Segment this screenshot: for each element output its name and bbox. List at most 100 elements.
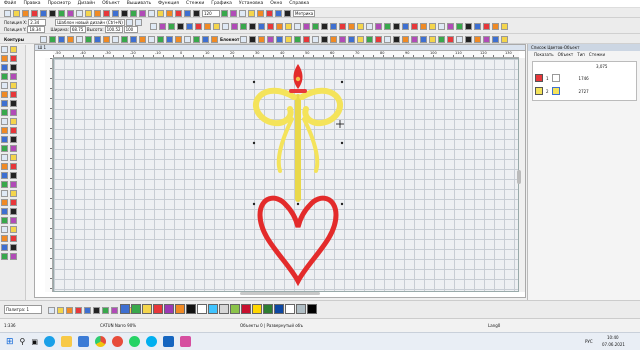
left-tool-icon[interactable] bbox=[1, 118, 8, 125]
toolbar-button-icon[interactable] bbox=[102, 306, 109, 314]
toolbar-button-icon[interactable] bbox=[285, 22, 292, 30]
left-tool-icon[interactable] bbox=[10, 64, 17, 71]
left-tool-icon[interactable] bbox=[10, 55, 17, 62]
edge-icon[interactable] bbox=[44, 336, 56, 347]
toolbar-button-icon[interactable] bbox=[76, 9, 83, 17]
toolbar-button-icon[interactable] bbox=[366, 35, 374, 43]
toolbar-button-icon[interactable] bbox=[384, 35, 392, 43]
toolbar-button-icon[interactable] bbox=[93, 306, 100, 314]
toolbar-button-icon[interactable] bbox=[193, 35, 200, 43]
toolbar-button-icon[interactable] bbox=[438, 35, 446, 43]
toolbar-button-icon[interactable] bbox=[474, 35, 482, 43]
toolbar-button-icon[interactable] bbox=[139, 35, 146, 43]
pos-x-field[interactable]: 2.34 bbox=[28, 19, 47, 26]
left-tool-icon[interactable] bbox=[10, 199, 17, 206]
toolbar-button-icon[interactable] bbox=[303, 22, 310, 30]
toolbar-button-icon[interactable] bbox=[366, 22, 373, 30]
menu-item[interactable]: Файл bbox=[4, 1, 16, 6]
vertical-scrollbar-thumb[interactable] bbox=[517, 170, 521, 184]
toolbar-button-icon[interactable] bbox=[166, 35, 173, 43]
tray-lang[interactable]: РУС bbox=[585, 339, 593, 344]
left-tool-icon[interactable] bbox=[1, 208, 8, 215]
toolbar-button-icon[interactable] bbox=[111, 306, 118, 314]
toolbar-button-icon[interactable] bbox=[240, 22, 247, 30]
thread-color-swatch[interactable] bbox=[219, 304, 229, 314]
left-tool-icon[interactable] bbox=[10, 172, 17, 179]
thread-color-swatch[interactable] bbox=[285, 304, 295, 314]
toolbar-button-icon[interactable] bbox=[103, 9, 110, 17]
toolbar-button-icon[interactable] bbox=[447, 22, 454, 30]
left-tool-icon[interactable] bbox=[1, 127, 8, 134]
left-tool-icon[interactable] bbox=[1, 73, 8, 80]
toolbar-button-icon[interactable] bbox=[148, 9, 155, 17]
toolbar-button-icon[interactable] bbox=[267, 22, 274, 30]
toolbar-button-icon[interactable] bbox=[393, 22, 400, 30]
toolbar-button-icon[interactable] bbox=[130, 35, 137, 43]
toolbar-button-icon[interactable] bbox=[40, 9, 47, 17]
skype-icon[interactable] bbox=[146, 336, 158, 347]
menu-item[interactable]: Просмотр bbox=[48, 1, 71, 6]
toolbar-button-icon[interactable] bbox=[139, 9, 146, 17]
color-swatch[interactable] bbox=[535, 87, 543, 95]
toolbar-button-icon[interactable] bbox=[85, 35, 92, 43]
menu-item[interactable]: Графика bbox=[211, 1, 232, 6]
left-tool-icon[interactable] bbox=[1, 64, 8, 71]
toolbar-button-icon[interactable] bbox=[411, 22, 418, 30]
left-tool-icon[interactable] bbox=[10, 109, 17, 116]
chrome-icon[interactable] bbox=[95, 336, 107, 347]
left-tool-icon[interactable] bbox=[10, 46, 17, 53]
menu-item[interactable]: Правка bbox=[23, 1, 40, 6]
toolbar-button-icon[interactable] bbox=[483, 22, 490, 30]
left-tool-icon[interactable] bbox=[1, 199, 8, 206]
design-name-field[interactable]: Шаблон новый дизайн (Ctrl+N) bbox=[55, 19, 126, 26]
toolbar-button-icon[interactable] bbox=[166, 9, 173, 17]
toolbar-button-icon[interactable] bbox=[222, 22, 229, 30]
thread-color-swatch[interactable] bbox=[208, 304, 218, 314]
toolbar-button-icon[interactable] bbox=[465, 22, 472, 30]
toolbar-button-icon[interactable] bbox=[221, 9, 228, 17]
toolbar-button-icon[interactable] bbox=[465, 35, 473, 43]
toolbar-button-icon[interactable] bbox=[294, 22, 301, 30]
left-tool-icon[interactable] bbox=[1, 91, 8, 98]
toolbar-button-icon[interactable] bbox=[230, 9, 237, 17]
thread-color-swatch[interactable] bbox=[263, 304, 273, 314]
task-view-icon[interactable]: ▣ bbox=[31, 338, 38, 346]
toolbar-button-icon[interactable] bbox=[67, 9, 74, 17]
toolbar-button-icon[interactable] bbox=[148, 35, 155, 43]
palette-select[interactable]: Палитра: 1 bbox=[4, 305, 42, 314]
toolbar-button-icon[interactable] bbox=[76, 35, 83, 43]
left-tool-icon[interactable] bbox=[1, 217, 8, 224]
left-tool-icon[interactable] bbox=[1, 55, 8, 62]
thread-color-swatch[interactable] bbox=[120, 304, 130, 314]
toolbar-button-icon[interactable] bbox=[492, 22, 499, 30]
left-tool-icon[interactable] bbox=[1, 46, 8, 53]
left-tool-icon[interactable] bbox=[10, 127, 17, 134]
list-item[interactable]: 1 1746 bbox=[535, 74, 635, 82]
left-tool-icon[interactable] bbox=[1, 244, 8, 251]
toolbar-button-icon[interactable] bbox=[438, 22, 445, 30]
thread-color-swatch[interactable] bbox=[296, 304, 306, 314]
toolbar-button-icon[interactable] bbox=[303, 35, 311, 43]
menu-item[interactable]: Дизайн bbox=[78, 1, 95, 6]
toolbar-button-icon[interactable] bbox=[103, 35, 110, 43]
toolbar-button-icon[interactable] bbox=[66, 306, 73, 314]
left-tool-icon[interactable] bbox=[10, 253, 17, 260]
toolbar-button-icon[interactable] bbox=[312, 22, 319, 30]
thread-color-swatch[interactable] bbox=[230, 304, 240, 314]
toolbar-button-icon[interactable] bbox=[240, 35, 248, 43]
left-tool-icon[interactable] bbox=[1, 136, 8, 143]
left-tool-icon[interactable] bbox=[10, 244, 17, 251]
toolbar-button-icon[interactable] bbox=[402, 22, 409, 30]
toolbar-button-icon[interactable] bbox=[285, 35, 293, 43]
toolbar-button-icon[interactable] bbox=[85, 9, 92, 17]
thread-color-swatch[interactable] bbox=[175, 304, 185, 314]
left-tool-icon[interactable] bbox=[10, 181, 17, 188]
toolbar-button-icon[interactable] bbox=[330, 22, 337, 30]
toolbar-button-icon[interactable] bbox=[67, 35, 74, 43]
width-field[interactable]: 68.75 bbox=[69, 26, 86, 33]
toolbar-button-icon[interactable] bbox=[13, 9, 20, 17]
height-field[interactable]: 100.52 bbox=[104, 26, 123, 33]
toolbar-button-icon[interactable] bbox=[211, 35, 218, 43]
embroidery-design[interactable] bbox=[54, 59, 520, 293]
list-item[interactable]: 2 2727 bbox=[535, 87, 635, 95]
